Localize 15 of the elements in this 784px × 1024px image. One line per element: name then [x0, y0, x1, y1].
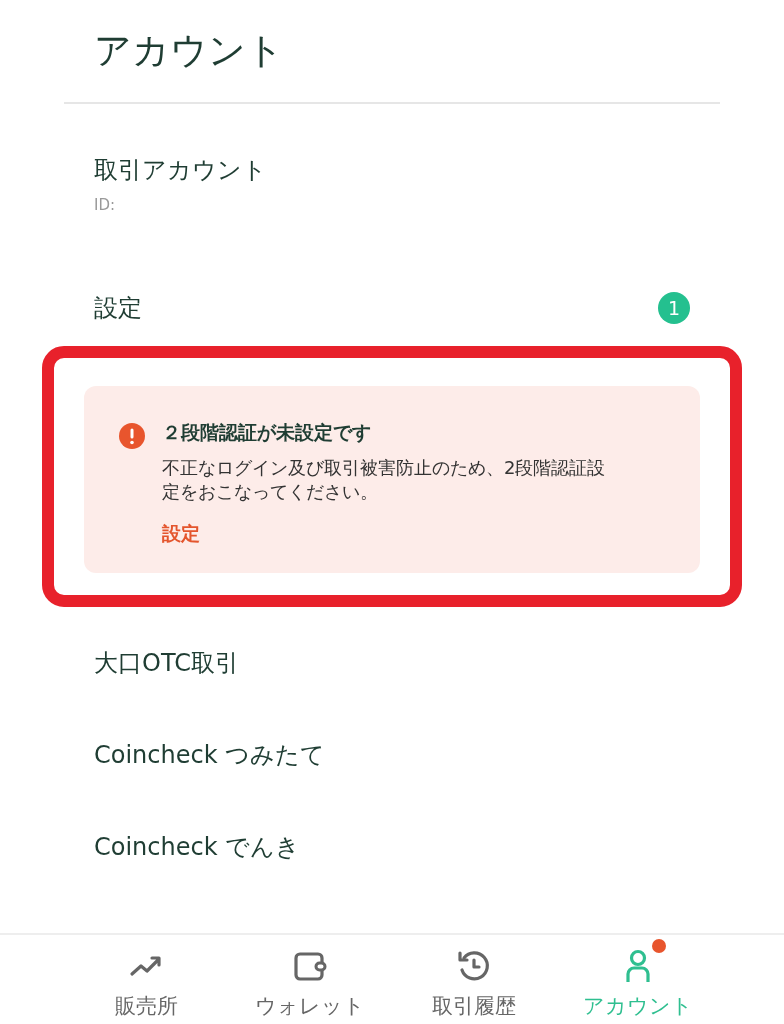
tab-label[interactable]: 販売所 — [114, 992, 178, 1020]
menu-item[interactable]: Coincheck でんき — [94, 830, 690, 863]
alert-title: ２段階認証が未設定です — [162, 420, 372, 445]
notification-badge: 1 — [658, 292, 690, 324]
warning-icon — [118, 422, 146, 450]
page-title: アカウント — [64, 0, 720, 104]
settings-label: 設定 — [94, 293, 142, 324]
alert-message: 不正なログイン及び取引被害防止のため、2段階認証設定をおこなってください。 — [162, 456, 607, 505]
account-title[interactable]: 取引アカウント — [94, 154, 690, 186]
account-id: ID: — [94, 196, 117, 214]
setup-link[interactable]: 設定 — [162, 520, 200, 547]
menu-item[interactable]: Coincheck つみたて — [94, 738, 690, 771]
menu-item[interactable]: 大口OTC取引 — [94, 646, 690, 679]
tab-label[interactable]: ウォレット — [255, 992, 365, 1020]
tab-label[interactable]: 取引履歴 — [432, 992, 516, 1020]
